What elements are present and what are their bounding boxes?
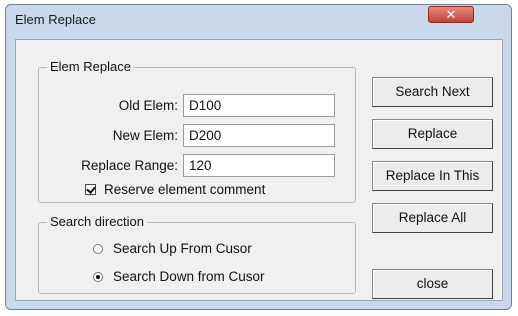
search-up-radio-row[interactable]: Search Up From Cusor xyxy=(93,241,252,256)
search-down-label: Search Down from Cusor xyxy=(113,269,265,284)
search-next-button[interactable]: Search Next xyxy=(372,77,493,107)
search-up-radio[interactable] xyxy=(93,243,103,254)
search-up-label: Search Up From Cusor xyxy=(113,241,252,256)
reserve-comment-checkbox[interactable] xyxy=(85,184,96,195)
elem-replace-group-title: Elem Replace xyxy=(47,59,134,75)
replace-in-this-button[interactable]: Replace In This xyxy=(372,161,493,191)
replace-all-button[interactable]: Replace All xyxy=(372,203,493,233)
reserve-comment-label: Reserve element comment xyxy=(104,182,266,197)
close-button[interactable]: close xyxy=(372,269,493,299)
search-direction-group-title: Search direction xyxy=(47,214,147,230)
old-elem-label: Old Elem: xyxy=(118,98,178,113)
dialog-window: Elem Replace ✕ Elem Replace Old Elem: D1… xyxy=(5,4,512,310)
old-elem-input[interactable]: D100 xyxy=(183,94,335,117)
replace-range-input[interactable]: 120 xyxy=(183,154,335,177)
replace-button[interactable]: Replace xyxy=(372,119,493,149)
search-down-radio-row[interactable]: Search Down from Cusor xyxy=(93,269,265,284)
window-title: Elem Replace xyxy=(15,12,96,27)
dialog-body: Elem Replace Old Elem: D100 New Elem: D2… xyxy=(15,39,503,301)
new-elem-input[interactable]: D200 xyxy=(183,124,335,147)
reserve-comment-checkbox-row[interactable]: Reserve element comment xyxy=(85,182,265,197)
close-window-button[interactable]: ✕ xyxy=(428,6,474,23)
new-elem-label: New Elem: xyxy=(112,128,178,143)
replace-range-label: Replace Range: xyxy=(81,158,178,173)
search-down-radio[interactable] xyxy=(93,271,103,282)
